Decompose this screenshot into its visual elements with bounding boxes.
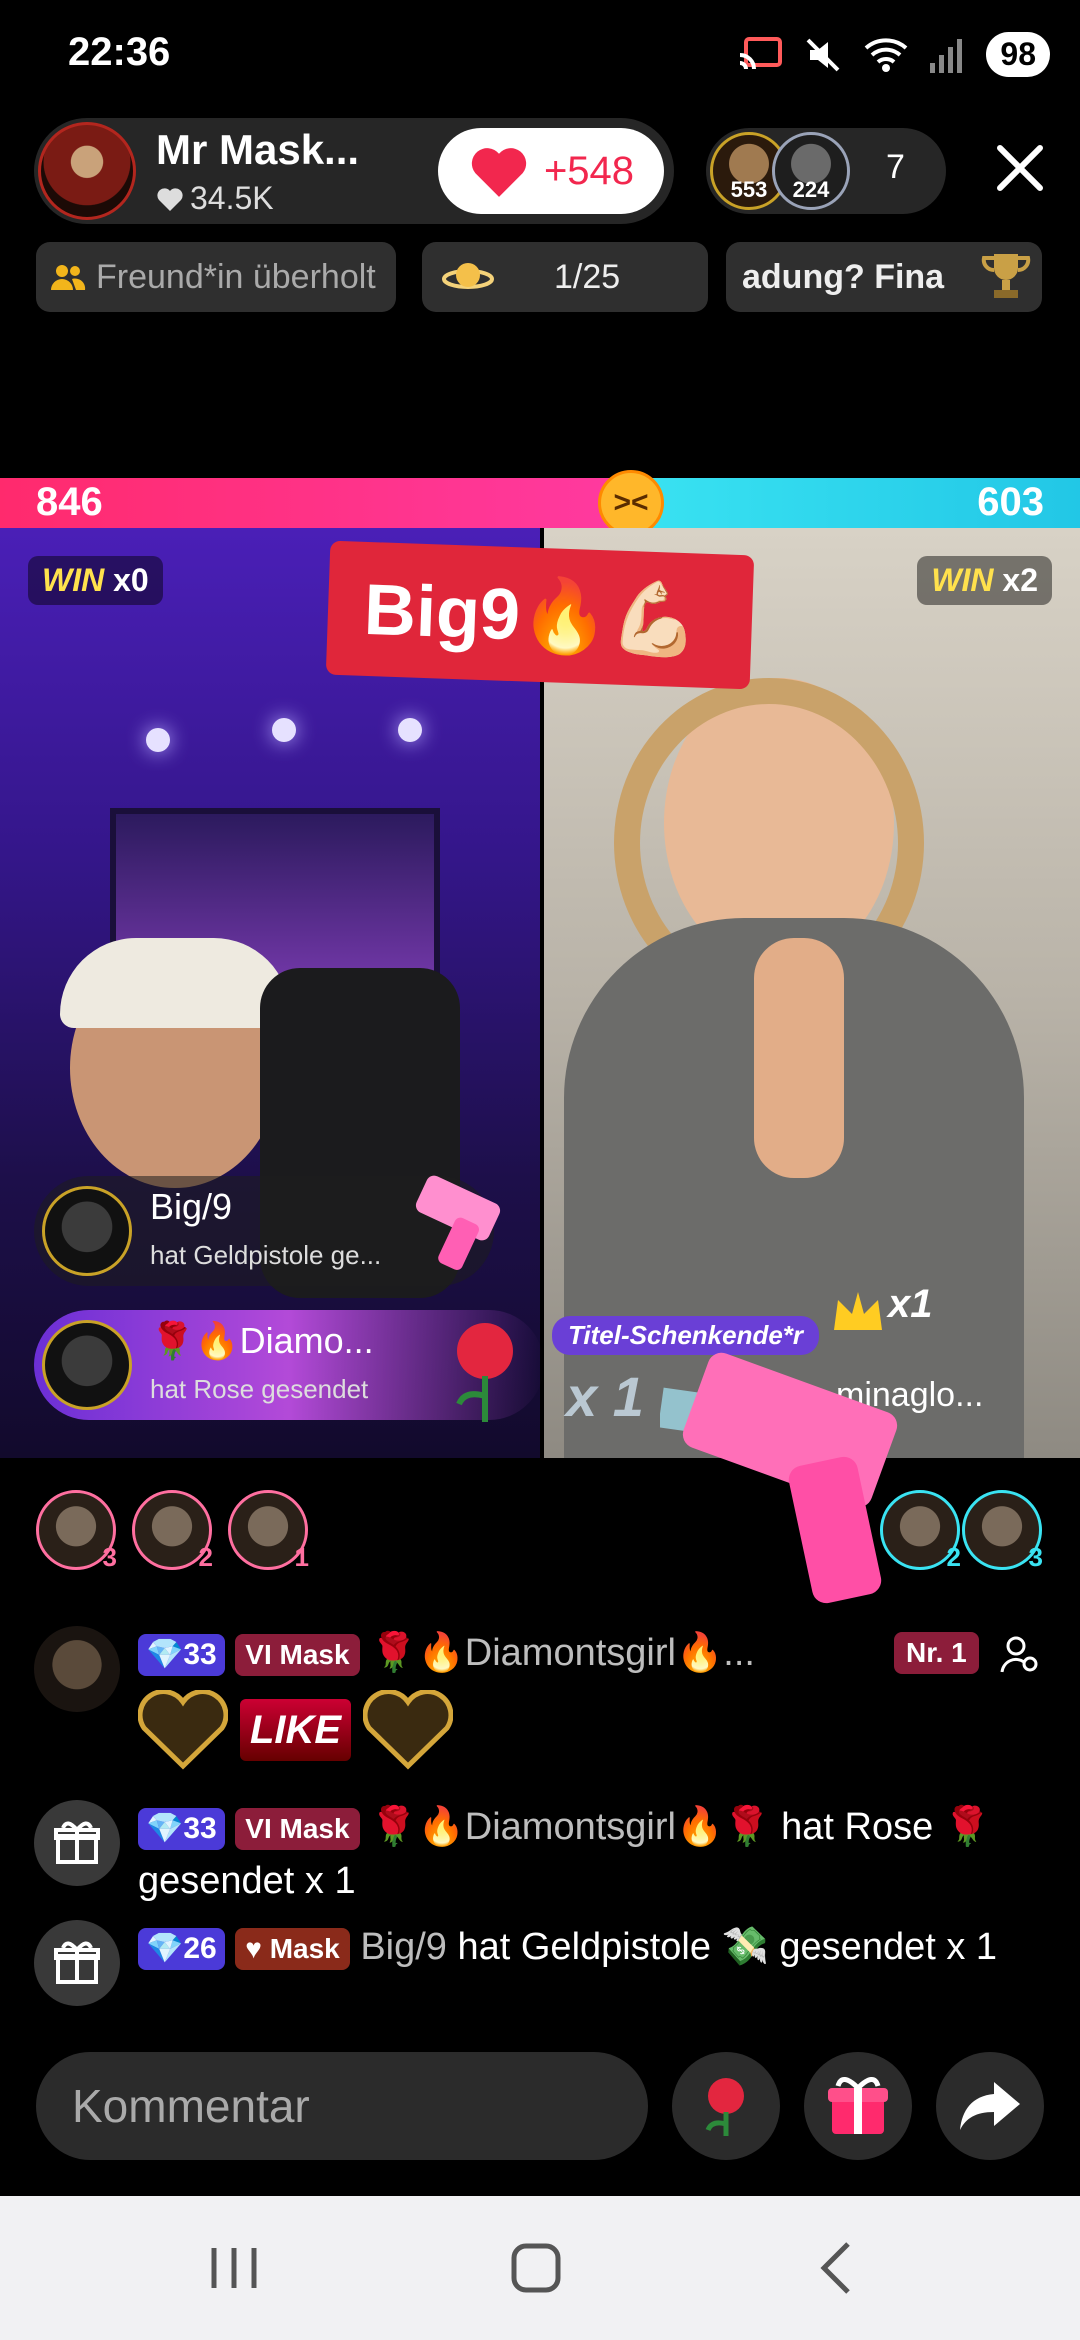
chat-gift-message[interactable]: 💎33 VI Mask 🌹🔥Diamontsgirl🔥🌹 hat Rose 🌹 … — [34, 1800, 1044, 1910]
gift-icon — [828, 2077, 888, 2134]
wifi-icon — [865, 37, 908, 72]
chat-username[interactable]: 🌹🔥Diamontsgirl🔥🌹 — [370, 1806, 770, 1848]
ticker-text: adung? Fina — [742, 257, 945, 296]
chat-message-body: 💎26 ♥ Mask Big/9 hat Geldpistole 💸 gesen… — [138, 1920, 1044, 1974]
level-badge: 💎33 — [138, 1633, 225, 1676]
ceiling-light — [146, 728, 170, 752]
heart-icon — [157, 187, 183, 211]
fan-club-badge: VI Mask — [235, 1807, 360, 1850]
crown-icon — [834, 1292, 882, 1330]
share-arrow-icon — [960, 2082, 1020, 2130]
rose-gift-icon — [456, 1323, 513, 1422]
recent-apps-icon[interactable] — [204, 2236, 264, 2300]
fan-club-badge: VI Mask — [235, 1633, 360, 1676]
friend-overtaken-chip[interactable]: Freund*in überholt — [36, 242, 396, 312]
chat-message[interactable]: 💎33 VI Mask 🌹🔥Diamontsgirl🔥... LIKE Nr. … — [34, 1626, 1044, 1796]
left-score: 846 — [36, 480, 103, 524]
battery-indicator: 98 — [986, 32, 1050, 77]
gift-sender-avatar[interactable] — [42, 1186, 132, 1276]
chat-gift-message[interactable]: 💎26 ♥ Mask Big/9 hat Geldpistole 💸 gesen… — [34, 1920, 1044, 2030]
comment-input[interactable]: Kommentar — [36, 2052, 648, 2160]
chat-username[interactable]: 🌹🔥Diamontsgirl🔥... — [370, 1632, 755, 1674]
gift-button[interactable] — [804, 2052, 912, 2160]
ceiling-light — [272, 718, 296, 742]
cast-icon — [740, 36, 783, 69]
chat-text: hat Geldpistole 💸 gesendet x 1 — [446, 1926, 998, 1968]
status-time: 22:36 — [68, 30, 171, 74]
gift-message: hat Geldpistole ge... — [150, 1240, 382, 1270]
left-win-badge: WIN x0 — [28, 556, 163, 605]
rose-quick-gift-button[interactable] — [672, 2052, 780, 2160]
gifter-avatar-right[interactable]: 3 — [962, 1490, 1043, 1572]
status-icons: 98 — [738, 32, 1050, 77]
gifter-avatar-left[interactable]: 3 — [36, 1490, 117, 1572]
home-icon[interactable] — [506, 2236, 566, 2300]
host-likes: 34.5K — [156, 180, 274, 217]
like-badge: LIKE — [240, 1699, 352, 1761]
back-icon[interactable] — [808, 2236, 868, 2300]
rose-icon — [705, 2078, 744, 2136]
crown-count: x1 — [888, 1282, 933, 1326]
gifter-avatar-left[interactable]: 1 — [228, 1490, 309, 1572]
system-navigation-bar — [0, 2196, 1080, 2340]
gifter-avatar-right[interactable]: 2 — [880, 1490, 961, 1572]
money-gun-animation — [660, 1352, 898, 1604]
gifter-avatar-left[interactable]: 2 — [132, 1490, 213, 1572]
close-icon[interactable] — [990, 138, 1050, 198]
gift-box-icon — [34, 1920, 120, 2006]
team-mask-family-badge — [363, 1690, 454, 1770]
host-name: Mr Mask... — [156, 126, 360, 173]
gift-message: hat Rose gesendet — [150, 1374, 369, 1404]
follow-heart-button[interactable]: +548 — [438, 128, 664, 214]
ranking-value: 1/25 — [554, 257, 621, 296]
info-ticker-chip[interactable]: adung? Fina — [726, 242, 1042, 312]
chat-message-body: 💎33 VI Mask 🌹🔥Diamontsgirl🔥🌹 hat Rose 🌹 … — [138, 1800, 1044, 1908]
level-badge: 💎33 — [138, 1807, 225, 1850]
battle-score-bar — [0, 478, 1080, 528]
right-score: 603 — [977, 480, 1044, 524]
red-heart-icon — [471, 148, 527, 197]
host-avatar[interactable] — [38, 122, 136, 220]
cap — [60, 938, 290, 1028]
rank-badge: Nr. 1 — [894, 1632, 979, 1674]
money-gun-gift-icon — [415, 1175, 501, 1270]
ceiling-light — [398, 718, 422, 742]
heart-count: +548 — [543, 148, 635, 193]
friend-chip-label: Freund*in überholt — [96, 257, 376, 296]
fan-club-badge: ♥ Mask — [235, 1927, 350, 1970]
chat-username[interactable]: Big/9 — [360, 1926, 447, 1968]
planet-icon — [442, 263, 494, 289]
blushing-face-icon: >< — [598, 470, 664, 536]
chat-user-avatar[interactable] — [34, 1626, 120, 1712]
gift-box-icon — [34, 1800, 120, 1886]
right-win-badge: WIN x2 — [917, 556, 1052, 605]
status-bar: 22:36 98 — [0, 0, 1080, 110]
top-viewer-avatar[interactable]: 224 — [772, 132, 850, 210]
host-likes-count: 34.5K — [190, 180, 274, 216]
big9-banner: Big9🔥💪🏻 — [325, 540, 755, 690]
gift-sender-avatar[interactable] — [42, 1320, 132, 1410]
friends-icon — [51, 265, 86, 290]
gift-sender-name: 🌹🔥Diamo... — [150, 1320, 374, 1361]
gift-sender-name: Big/9 — [150, 1186, 233, 1227]
mute-icon — [806, 38, 840, 71]
trophy-icon — [981, 254, 1031, 298]
top-viewers[interactable]: 553 224 7 — [706, 128, 946, 214]
signal-icon — [930, 38, 963, 73]
viewer-count: 7 — [886, 148, 905, 186]
ranking-chip[interactable]: 1/25 — [422, 242, 708, 312]
praying-hands — [754, 938, 844, 1178]
team-mask-family-badge — [138, 1690, 228, 1770]
combo-count: x 1 — [566, 1365, 644, 1428]
user-settings-icon[interactable] — [1000, 1634, 1040, 1674]
level-badge: 💎26 — [138, 1927, 225, 1970]
share-button[interactable] — [936, 2052, 1044, 2160]
